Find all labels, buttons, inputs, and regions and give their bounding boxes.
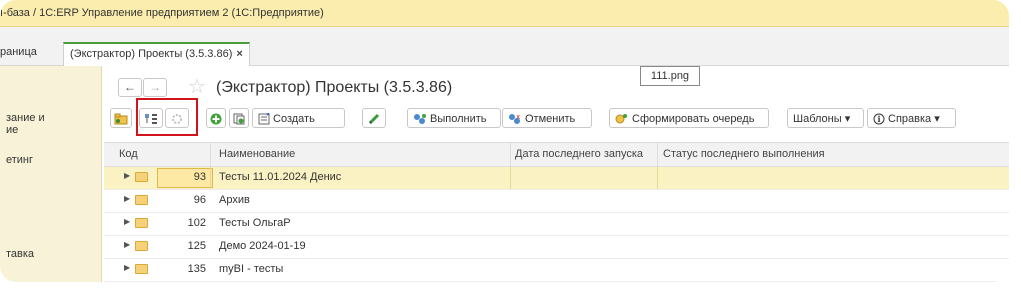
column-code[interactable]: Код: [119, 148, 138, 160]
highlight-box: [136, 98, 198, 136]
column-last-run-date[interactable]: Дата последнего запуска: [515, 148, 643, 160]
run-label: Выполнить: [430, 113, 487, 125]
cancel-button[interactable]: x Отменить: [502, 108, 592, 128]
expand-arrow-icon[interactable]: ▶: [124, 171, 130, 180]
tabs-bar: раница (Экстрактор) Проекты (3.5.3.86) ×: [0, 27, 1009, 67]
plus-icon: [210, 113, 222, 125]
expand-arrow-icon[interactable]: ▶: [124, 194, 130, 203]
column-divider: [210, 167, 211, 189]
folder-icon: [135, 195, 148, 205]
expand-arrow-icon[interactable]: ▶: [124, 217, 130, 226]
sidebar-item-planning[interactable]: зание и ие: [6, 112, 45, 136]
row-name: Демо 2024-01-19: [219, 240, 306, 252]
row-name: Тесты 11.01.2024 Денис: [219, 171, 342, 183]
favorite-star-icon[interactable]: ☆: [188, 74, 206, 99]
column-divider: [210, 143, 211, 166]
tree-folder-button[interactable]: [110, 108, 132, 128]
column-divider: [657, 167, 658, 189]
chevron-down-icon: ▾: [934, 113, 940, 125]
main-content: ← → ☆ (Экстрактор) Проекты (3.5.3.86) 11…: [102, 66, 1009, 282]
tab-start-page[interactable]: раница: [0, 46, 60, 66]
sidebar-item-delivery[interactable]: тавка: [6, 248, 34, 260]
sidebar-item-marketing[interactable]: етинг: [6, 154, 33, 166]
column-divider: [510, 167, 511, 189]
row-name: myBI - тесты: [219, 263, 284, 275]
folder-icon: [135, 264, 148, 274]
table-row[interactable]: ▶ 96 Архив: [104, 190, 1009, 213]
cancel-icon: x: [509, 113, 520, 125]
sidebar: зание и ие етинг тавка: [0, 66, 102, 282]
run-button[interactable]: Выполнить: [407, 108, 501, 128]
create-button[interactable]: Создать: [252, 108, 345, 128]
cancel-label: Отменить: [525, 113, 576, 125]
app-window: ı-база / 1С:ERP Управление предприятием …: [0, 0, 1009, 282]
row-code: 93: [193, 171, 206, 183]
close-icon[interactable]: ×: [236, 48, 242, 60]
edit-button[interactable]: [362, 108, 386, 128]
table-row[interactable]: ▶ 135 myBI - тесты: [104, 259, 1009, 282]
folder-icon: [135, 172, 148, 182]
svg-text:x: x: [516, 113, 520, 121]
info-icon: i: [873, 113, 885, 125]
column-name[interactable]: Наименование: [219, 148, 295, 160]
tab-label: (Экстрактор) Проекты (3.5.3.86): [70, 48, 233, 60]
copy-button[interactable]: [229, 108, 249, 128]
table-row[interactable]: ▶ 125 Демо 2024-01-19: [104, 236, 1009, 259]
expand-arrow-icon[interactable]: ▶: [124, 240, 130, 249]
title-bar: ı-база / 1С:ERP Управление предприятием …: [0, 0, 1009, 27]
row-code: 135: [187, 263, 206, 275]
pencil-icon: [368, 113, 380, 125]
row-code: 102: [187, 217, 206, 229]
create-label: Создать: [273, 113, 315, 125]
add-button[interactable]: [206, 108, 226, 128]
build-queue-button[interactable]: Сформировать очередь: [609, 108, 769, 128]
queue-icon: [615, 114, 627, 124]
screenshot-label: 111.png: [640, 66, 700, 86]
column-divider: [510, 143, 511, 166]
templates-button[interactable]: Шаблоны ▾: [787, 108, 864, 128]
help-button[interactable]: i Справка ▾: [867, 108, 956, 128]
column-divider: [657, 143, 658, 166]
table-header: Код Наименование Дата последнего запуска…: [104, 142, 1009, 167]
templates-label: Шаблоны: [793, 113, 842, 125]
table-row[interactable]: ▶ 93 Тесты 11.01.2024 Денис: [104, 167, 1009, 190]
folder-icon: [135, 241, 148, 251]
tab-label: раница: [0, 46, 37, 58]
run-icon: [414, 114, 426, 125]
help-label: Справка: [888, 113, 932, 125]
row-code: 96: [193, 194, 206, 206]
page-title: (Экстрактор) Проекты (3.5.3.86): [216, 79, 453, 96]
queue-label: Сформировать очередь: [632, 113, 755, 125]
create-doc-icon: [258, 113, 270, 125]
svg-text:i: i: [878, 114, 881, 124]
column-last-status[interactable]: Статус последнего выполнения: [663, 148, 825, 160]
folder-tree-icon: [114, 113, 128, 125]
row-name: Тесты ОльгаР: [219, 217, 291, 229]
folder-icon: [135, 218, 148, 228]
expand-arrow-icon[interactable]: ▶: [124, 263, 130, 272]
back-button[interactable]: ←: [118, 78, 142, 97]
forward-button[interactable]: →: [143, 78, 167, 97]
row-code: 125: [187, 240, 206, 252]
copy-icon: [233, 113, 245, 125]
row-name: Архив: [219, 194, 250, 206]
chevron-down-icon: ▾: [844, 113, 851, 125]
table-row[interactable]: ▶ 102 Тесты ОльгаР: [104, 213, 1009, 236]
window-title: ı-база / 1С:ERP Управление предприятием …: [0, 7, 324, 19]
tab-projects[interactable]: (Экстрактор) Проекты (3.5.3.86) ×: [63, 42, 250, 67]
